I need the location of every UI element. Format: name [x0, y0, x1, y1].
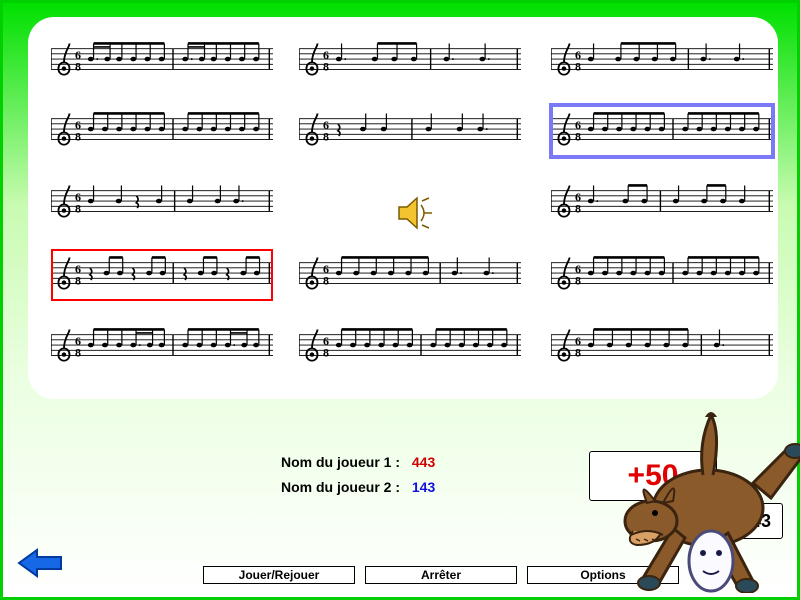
rhythm-snippet[interactable]: 68 [299, 249, 521, 301]
corner-score-box: 143 [729, 503, 783, 539]
svg-text:8: 8 [323, 275, 329, 288]
svg-text:8: 8 [75, 61, 81, 74]
player1-score: 443 [412, 454, 435, 470]
svg-text:8: 8 [75, 131, 81, 144]
score-area: Nom du joueur 1 : 443 Nom du joueur 2 : … [281, 454, 435, 504]
rhythm-snippet[interactable]: 68 [51, 177, 273, 229]
speaker-icon[interactable] [395, 195, 437, 231]
rhythm-snippet[interactable]: 68 [51, 35, 273, 87]
player1-label: Nom du joueur 1 : [281, 454, 400, 470]
player2-label: Nom du joueur 2 : [281, 479, 400, 495]
svg-text:8: 8 [323, 61, 329, 74]
svg-text:8: 8 [323, 347, 329, 360]
rhythm-snippet[interactable]: 68 [51, 321, 273, 373]
svg-text:8: 8 [75, 347, 81, 360]
rhythm-snippet[interactable]: 68 [299, 105, 521, 157]
svg-text:8: 8 [575, 275, 581, 288]
rhythm-snippet[interactable]: 68 [551, 35, 773, 87]
svg-text:8: 8 [575, 203, 581, 216]
options-button[interactable]: Options [527, 566, 679, 584]
svg-text:8: 8 [575, 61, 581, 74]
score-flash-box: +50 [589, 451, 717, 501]
button-bar: Jouer/Rejouer Arrêter Options [203, 566, 679, 584]
rhythm-snippet[interactable]: 68 [51, 249, 273, 301]
svg-text:8: 8 [75, 203, 81, 216]
play-button[interactable]: Jouer/Rejouer [203, 566, 355, 584]
svg-text:8: 8 [75, 275, 81, 288]
svg-text:8: 8 [575, 347, 581, 360]
svg-text:8: 8 [323, 131, 329, 144]
corner-score-value: 143 [741, 511, 771, 532]
score-flash-value: +50 [628, 459, 679, 493]
rhythm-snippet[interactable]: 68 [551, 249, 773, 301]
stop-button[interactable]: Arrêter [365, 566, 517, 584]
back-arrow-icon[interactable] [17, 548, 63, 578]
rhythm-snippet[interactable]: 68 [51, 105, 273, 157]
rhythm-snippet[interactable]: 68 [551, 105, 773, 157]
player2-score: 143 [412, 479, 435, 495]
game-stage: 68 68 68 68 68 68 68 68 68 68 68 68 68 68 Nom du joue… [0, 0, 800, 600]
rhythm-snippet[interactable]: 68 [551, 177, 773, 229]
svg-text:8: 8 [575, 131, 581, 144]
rhythm-snippet[interactable]: 68 [299, 321, 521, 373]
rhythm-snippet[interactable]: 68 [551, 321, 773, 373]
rhythm-snippet[interactable]: 68 [299, 35, 521, 87]
